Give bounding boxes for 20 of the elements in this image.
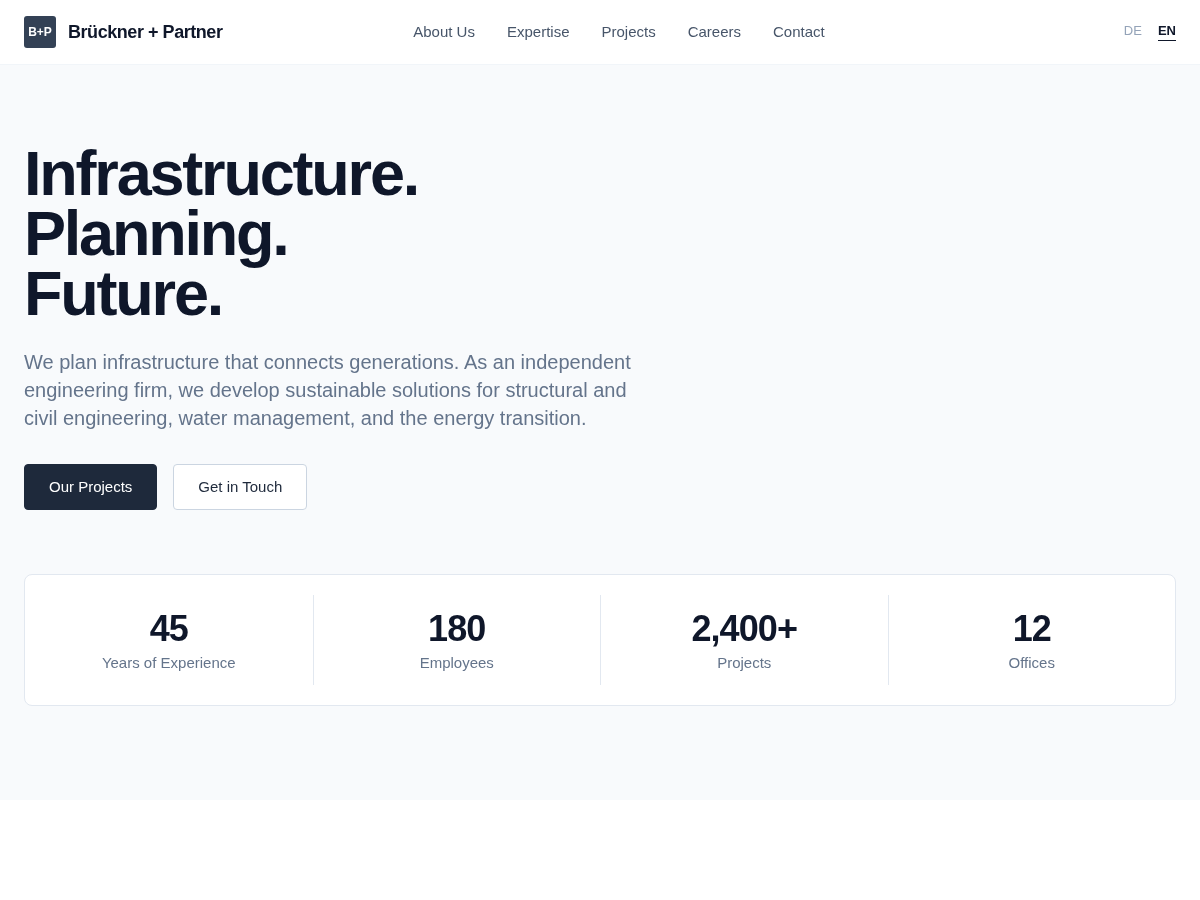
stat-label: Years of Experience	[101, 652, 236, 673]
stat-label: Employees	[419, 652, 494, 673]
stat-label: Projects	[717, 652, 772, 673]
nav-link[interactable]: Contact	[773, 20, 825, 44]
brand-name[interactable]: Brückner + Partner	[68, 18, 223, 46]
nav-link[interactable]: Expertise	[506, 20, 570, 44]
nav-link[interactable]: Projects	[601, 20, 656, 44]
hero-description: We plan infrastructure that connects generations. As an independent engineering firm, we develop sustainable solutions for structural and civil engineering, water management, and the energy transition.	[24, 350, 632, 431]
language-toggle[interactable]: EN	[1157, 23, 1176, 41]
cta-button[interactable]: Get in Touch	[173, 464, 308, 510]
stat-label: Offices	[1008, 652, 1055, 673]
nav-link[interactable]: About Us	[413, 20, 475, 44]
logo-mark[interactable]: B+P	[24, 16, 56, 48]
hero-heading: Infrastructure. Planning. Future.	[24, 143, 419, 323]
stat-value: 180	[428, 606, 486, 651]
nav-link[interactable]: Careers	[687, 20, 742, 44]
stat-value: 2,400+	[691, 606, 798, 651]
stat-value: 45	[149, 606, 188, 651]
cta-button[interactable]: Our Projects	[24, 464, 158, 510]
stat-value: 12	[1012, 606, 1051, 651]
